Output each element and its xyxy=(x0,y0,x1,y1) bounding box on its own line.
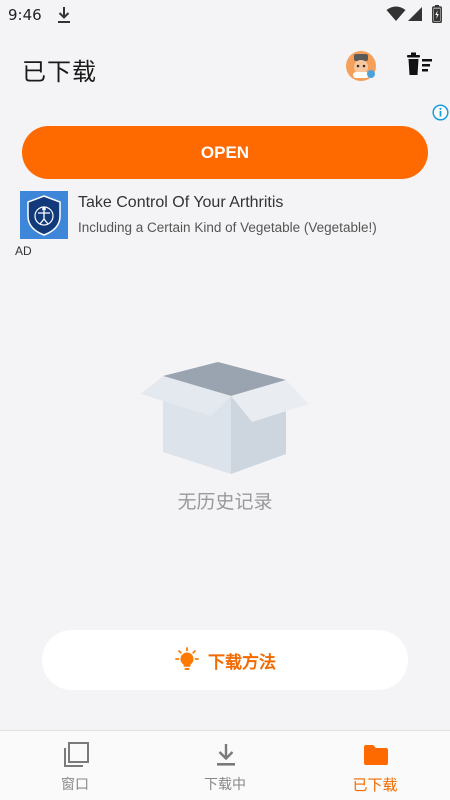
screen: 9:46 已下载 OPEN Take Control Of Your Arthr… xyxy=(0,0,450,800)
folder-icon xyxy=(364,745,388,765)
empty-state-message: 无历史记录 xyxy=(177,491,273,513)
ad-title[interactable]: Take Control Of Your Arthritis xyxy=(78,194,283,212)
status-bar: 9:46 xyxy=(0,0,450,32)
download-method-label: 下载方法 xyxy=(208,652,276,673)
wifi-icon xyxy=(386,6,406,21)
page-title: 已下载 xyxy=(22,58,97,86)
nav-item-downloaded[interactable]: 已下载 xyxy=(300,731,450,800)
nav-item-downloading[interactable]: 下载中 xyxy=(150,731,300,800)
avatar[interactable] xyxy=(345,50,377,82)
nav-label-downloaded: 已下载 xyxy=(352,776,398,794)
nav-label-windows: 窗口 xyxy=(61,777,89,793)
ad-logo[interactable] xyxy=(20,191,68,239)
nav-label-downloading: 下载中 xyxy=(204,777,246,793)
delete-list-icon[interactable] xyxy=(404,51,434,79)
windows-icon xyxy=(64,742,89,767)
lightbulb-icon xyxy=(175,647,199,670)
battery-icon xyxy=(432,5,442,23)
info-icon[interactable] xyxy=(432,104,449,121)
ad-label: AD xyxy=(15,244,32,258)
signal-icon xyxy=(408,7,422,21)
status-time: 9:46 xyxy=(8,6,42,24)
bottom-nav: 窗口 下载中 已下载 xyxy=(0,730,450,800)
empty-box-icon xyxy=(141,362,309,474)
open-button[interactable]: OPEN xyxy=(22,126,428,179)
download-icon xyxy=(58,7,70,23)
download-method-button[interactable]: 下载方法 xyxy=(42,630,408,690)
nav-item-windows[interactable]: 窗口 xyxy=(0,731,150,800)
app-header: 已下载 xyxy=(0,32,450,100)
download-icon xyxy=(217,744,235,766)
ad-subtitle[interactable]: Including a Certain Kind of Vegetable (V… xyxy=(78,220,377,235)
